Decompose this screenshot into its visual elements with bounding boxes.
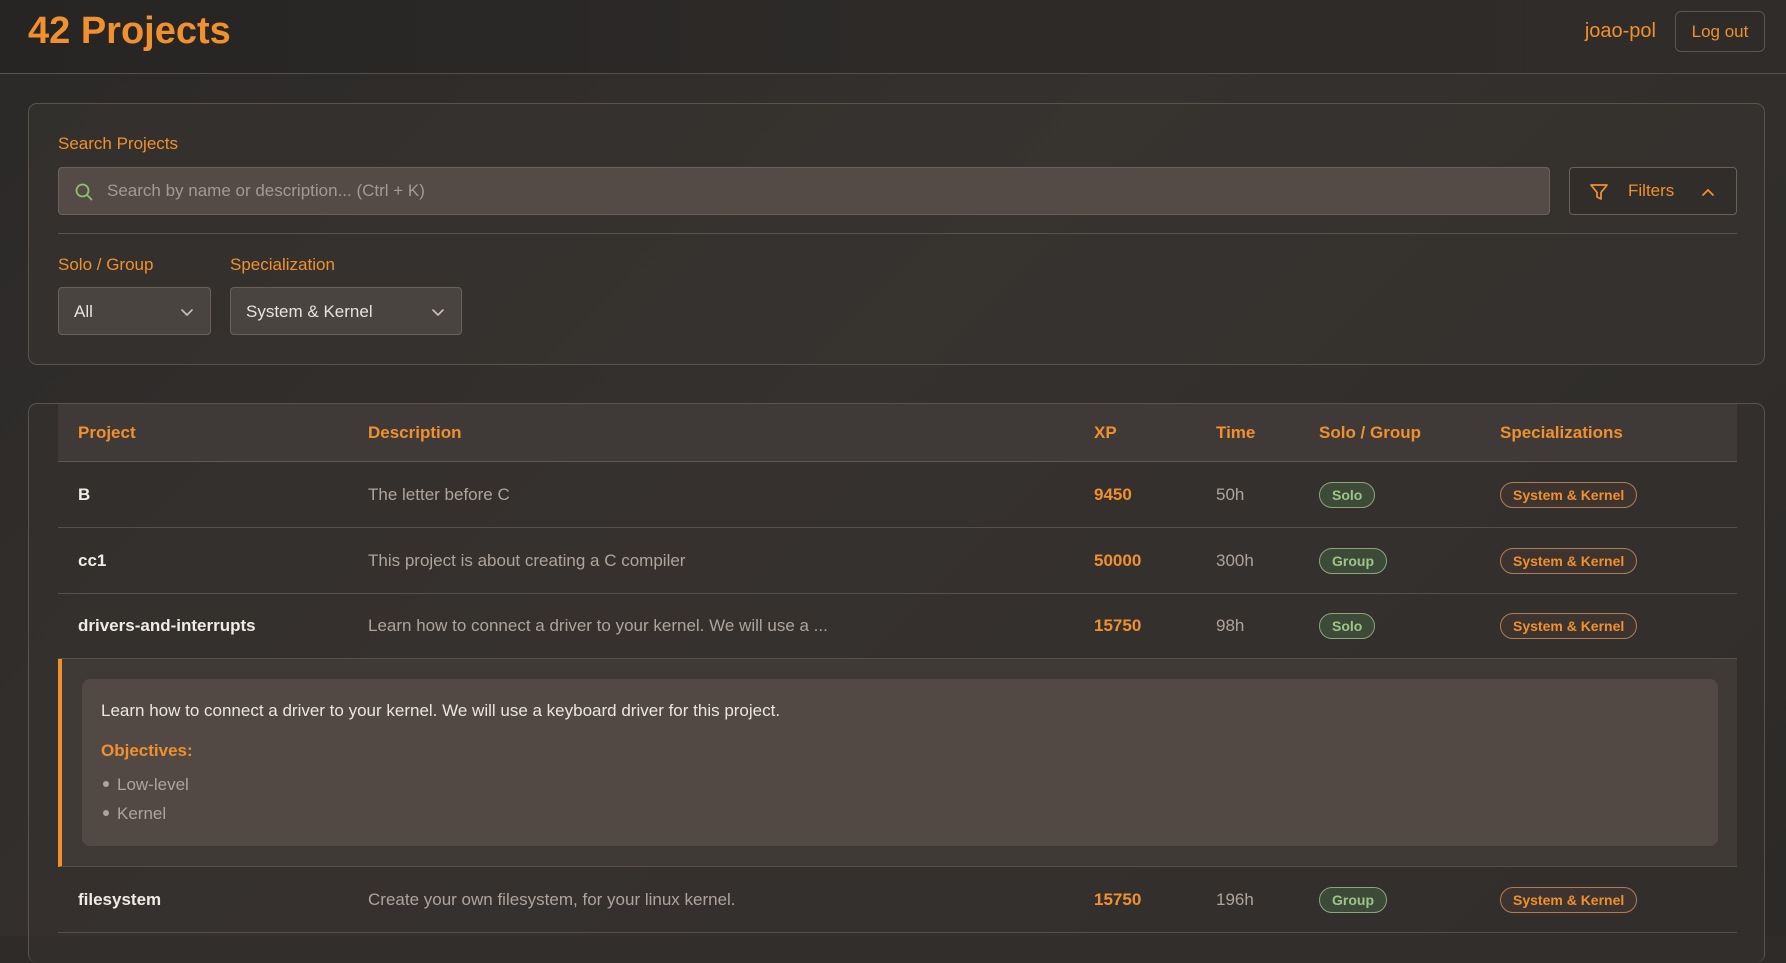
column-header-solo-group[interactable]: Solo / Group xyxy=(1319,423,1421,443)
objective-text: Low-level xyxy=(117,775,189,794)
table-header: Project Description XP Time Solo / Group… xyxy=(58,404,1737,462)
bullet-icon xyxy=(103,781,109,788)
divider xyxy=(58,233,1737,234)
solo-group-badge: Group xyxy=(1319,887,1387,913)
chevron-up-icon xyxy=(1702,189,1714,196)
specialization-badge: System & Kernel xyxy=(1500,482,1638,508)
chevron-down-icon xyxy=(181,309,193,316)
search-input[interactable] xyxy=(107,168,1527,214)
column-header-description[interactable]: Description xyxy=(368,423,462,443)
filters-label: Filters xyxy=(1628,181,1675,200)
project-details-card: Learn how to connect a driver to your ke… xyxy=(82,679,1718,846)
project-description: Create your own filesystem, for your lin… xyxy=(368,890,736,909)
search-panel: Search Projects Filters Solo / Group All… xyxy=(28,103,1765,365)
project-xp: 50000 xyxy=(1094,551,1142,570)
project-time: 300h xyxy=(1216,551,1254,570)
objective-item: Kernel xyxy=(101,804,189,833)
project-name: drivers-and-interrupts xyxy=(78,616,256,635)
project-time: 50h xyxy=(1216,485,1245,504)
specialization-label: Specialization xyxy=(230,255,335,274)
search-icon xyxy=(75,183,93,201)
top-bar: 42 Projects joao-pol Log out xyxy=(0,0,1786,74)
objectives-list: Low-level Kernel xyxy=(101,775,189,833)
project-name: B xyxy=(78,485,91,504)
project-time: 196h xyxy=(1216,890,1254,909)
table-row[interactable]: cc1 This project is about creating a C c… xyxy=(58,528,1737,594)
project-xp: 15750 xyxy=(1094,616,1142,635)
column-header-specializations[interactable]: Specializations xyxy=(1500,423,1623,443)
logout-button[interactable]: Log out xyxy=(1675,11,1765,52)
objective-item: Low-level xyxy=(101,775,189,804)
project-name: filesystem xyxy=(78,890,162,909)
projects-table: Project Description XP Time Solo / Group… xyxy=(28,403,1765,963)
specialization-badge: System & Kernel xyxy=(1500,613,1638,639)
table-row-expanded[interactable]: drivers-and-interrupts Learn how to conn… xyxy=(58,593,1737,659)
solo-group-label: Solo / Group xyxy=(58,255,154,274)
project-name: cc1 xyxy=(78,551,107,570)
solo-group-badge: Solo xyxy=(1319,613,1376,639)
specialization-badge: System & Kernel xyxy=(1500,887,1638,913)
column-header-time[interactable]: Time xyxy=(1216,423,1255,443)
table-row[interactable]: B The letter before C 9450 50h Solo Syst… xyxy=(58,462,1737,528)
specialization-badge: System & Kernel xyxy=(1500,548,1638,574)
column-header-xp[interactable]: XP xyxy=(1094,423,1117,443)
project-xp: 9450 xyxy=(1094,485,1132,504)
funnel-icon xyxy=(1590,184,1608,200)
table-row[interactable]: filesystem Create your own filesystem, f… xyxy=(58,867,1737,933)
project-xp: 15750 xyxy=(1094,890,1142,909)
solo-group-value: All xyxy=(74,302,93,321)
objectives-heading: Objectives: xyxy=(101,741,193,760)
project-full-description: Learn how to connect a driver to your ke… xyxy=(101,701,781,720)
column-header-project[interactable]: Project xyxy=(78,423,136,443)
search-label: Search Projects xyxy=(58,134,178,153)
solo-group-badge: Group xyxy=(1319,548,1387,574)
project-details-panel: Learn how to connect a driver to your ke… xyxy=(58,659,1737,867)
project-time: 98h xyxy=(1216,616,1245,635)
project-description: The letter before C xyxy=(368,485,510,504)
objective-text: Kernel xyxy=(117,804,167,823)
page-title: 42 Projects xyxy=(28,10,231,52)
filters-button[interactable]: Filters xyxy=(1569,167,1737,215)
project-description: This project is about creating a C compi… xyxy=(368,551,686,570)
specialization-select[interactable]: System & Kernel xyxy=(230,287,462,335)
solo-group-badge: Solo xyxy=(1319,482,1376,508)
username[interactable]: joao-pol xyxy=(1585,20,1656,43)
project-description: Learn how to connect a driver to your ke… xyxy=(368,616,828,635)
bullet-icon xyxy=(103,810,109,817)
specialization-value: System & Kernel xyxy=(246,302,373,321)
search-field[interactable] xyxy=(58,167,1550,215)
chevron-down-icon xyxy=(432,309,444,316)
solo-group-select[interactable]: All xyxy=(58,287,211,335)
